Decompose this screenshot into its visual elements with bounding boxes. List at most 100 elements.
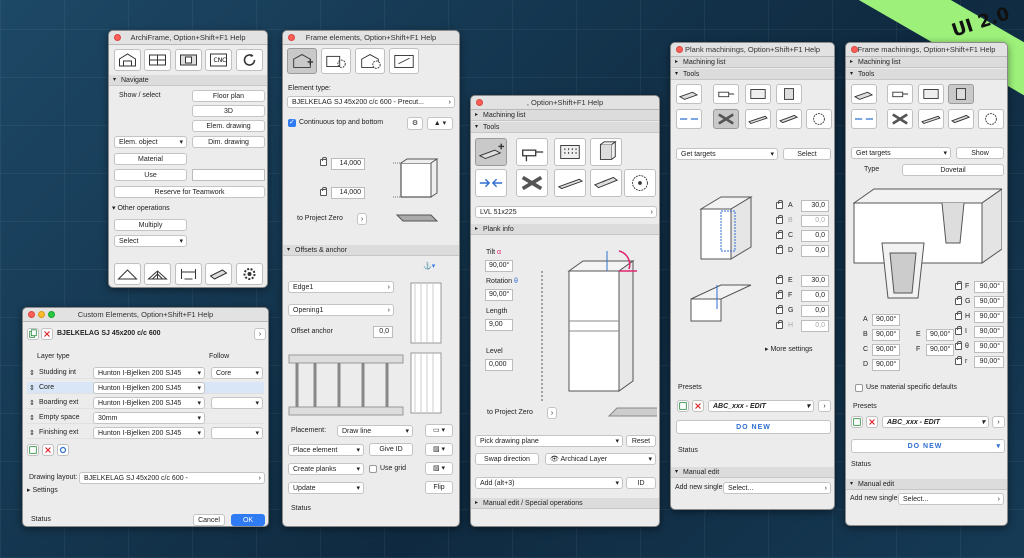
- lock-icon[interactable]: [776, 200, 783, 209]
- plank-profile-select[interactable]: LVL 51x225: [475, 206, 657, 218]
- dim-drawing-button[interactable]: Dim. drawing: [192, 136, 265, 148]
- opening-select[interactable]: Opening1: [288, 304, 394, 316]
- split-tool-icon[interactable]: [676, 109, 702, 129]
- block-tool-icon[interactable]: [948, 84, 974, 104]
- add-layer-icon[interactable]: [27, 444, 39, 456]
- maximize-icon[interactable]: [48, 311, 55, 318]
- more-settings-toggle[interactable]: ▸ More settings: [765, 345, 813, 353]
- truss-tool-icon[interactable]: [144, 263, 171, 285]
- frame-add-tool-icon[interactable]: [287, 48, 317, 74]
- use-input[interactable]: [192, 169, 265, 181]
- split-tool-icon[interactable]: [475, 169, 507, 197]
- cancel-button[interactable]: Cancel: [193, 514, 225, 526]
- drawing-layout-select[interactable]: BJELKELAG SJ 45x200 c/c 600 -: [79, 472, 265, 484]
- param-input[interactable]: 0,0: [801, 290, 829, 302]
- lock-icon[interactable]: [955, 296, 962, 305]
- reorder-handle-icon[interactable]: ⇕: [29, 414, 35, 422]
- manual-edit-section[interactable]: Manual edit: [846, 479, 1007, 490]
- param-input[interactable]: 0,0: [801, 320, 829, 332]
- angle-input[interactable]: 90,00°: [974, 311, 1004, 323]
- id-button[interactable]: ID: [626, 477, 656, 489]
- close-icon[interactable]: [114, 34, 121, 41]
- param-input[interactable]: 30,0: [801, 200, 829, 212]
- element-type-select[interactable]: BJELKELAG SJ 45x200 c/c 600 - Precut...: [287, 96, 455, 108]
- reserve-teamwork-button[interactable]: Reserve for Teamwork: [114, 186, 265, 198]
- roof-tool-icon[interactable]: [114, 263, 141, 285]
- layer-material-select[interactable]: Hunton I-Bjelken 200 SJ45: [93, 427, 205, 439]
- param-input[interactable]: 0,0: [801, 230, 829, 242]
- preset-menu-button[interactable]: ›: [818, 400, 831, 412]
- get-targets-select[interactable]: Get targets: [676, 148, 778, 160]
- lock-icon[interactable]: [776, 230, 783, 239]
- add-new-single-select[interactable]: Select...: [898, 493, 1004, 505]
- roof-shape-dropdown[interactable]: ▲ ▾: [427, 117, 453, 130]
- layer-follow-select[interactable]: [211, 427, 263, 439]
- lock-icon[interactable]: [776, 245, 783, 254]
- layer-follow-select[interactable]: Core: [211, 367, 263, 379]
- panel-tool-icon[interactable]: [175, 49, 202, 71]
- param-input[interactable]: 30,0: [801, 275, 829, 287]
- cross-joint-tool-icon[interactable]: [887, 109, 913, 129]
- drill-tool-icon[interactable]: [887, 84, 913, 104]
- lap-joint-tool-icon[interactable]: [554, 169, 586, 197]
- tools-section[interactable]: Tools: [671, 69, 834, 80]
- tilt-input[interactable]: 90,00°: [485, 260, 513, 272]
- reset-button[interactable]: Reset: [626, 435, 656, 447]
- saw-tool-icon[interactable]: [806, 109, 832, 129]
- lock-icon[interactable]: [776, 275, 783, 284]
- angle-input[interactable]: 90,00°: [974, 281, 1004, 293]
- house-settings-tool-icon[interactable]: [355, 48, 385, 74]
- select-button[interactable]: Select: [783, 148, 831, 160]
- select-dropdown[interactable]: Select: [114, 235, 187, 247]
- notch-tool-icon[interactable]: [776, 109, 802, 129]
- delete-preset-icon[interactable]: [866, 416, 878, 428]
- lock-icon[interactable]: [320, 187, 327, 196]
- remove-layer-icon[interactable]: [42, 444, 54, 456]
- block-tool-icon[interactable]: [776, 84, 802, 104]
- machining-list-section[interactable]: Machining list: [846, 57, 1007, 68]
- cnc-tool-icon[interactable]: CNC: [205, 49, 232, 71]
- angle-input[interactable]: 90,00°: [926, 344, 954, 356]
- close-icon[interactable]: [28, 311, 35, 318]
- elem-drawing-button[interactable]: Elem. drawing: [192, 120, 265, 132]
- preset-menu-button[interactable]: ›: [992, 416, 1005, 428]
- hatch-dropdown-2[interactable]: ▨ ▾: [425, 462, 453, 475]
- elem-object-dropdown[interactable]: Elem. object: [114, 136, 187, 148]
- tools-section[interactable]: Tools: [846, 69, 1007, 80]
- lock-icon[interactable]: [320, 157, 327, 166]
- get-targets-select[interactable]: Get targets: [851, 147, 951, 159]
- save-preset-icon[interactable]: [677, 400, 689, 412]
- layer-material-select[interactable]: Hunton I-Bjelken 200 SJ45: [93, 397, 205, 409]
- update-select[interactable]: Update: [288, 482, 364, 494]
- cross-joint-tool-icon[interactable]: [516, 169, 548, 197]
- drill-tool-icon[interactable]: [713, 84, 739, 104]
- navigate-section[interactable]: Navigate: [109, 75, 267, 86]
- copy-icon[interactable]: [27, 328, 39, 340]
- level-input[interactable]: 0,000: [485, 359, 513, 371]
- reorder-handle-icon[interactable]: ⇕: [29, 384, 35, 392]
- frame-edit-tool-icon[interactable]: [389, 48, 419, 74]
- angle-input[interactable]: 90,00°: [872, 314, 900, 326]
- saw-tool-icon[interactable]: [978, 109, 1004, 129]
- close-icon[interactable]: [676, 46, 683, 53]
- notch-tool-icon[interactable]: [948, 109, 974, 129]
- show-button[interactable]: Show: [956, 147, 1004, 159]
- ok-button[interactable]: OK: [231, 514, 265, 526]
- close-icon[interactable]: [476, 99, 483, 106]
- plank-info-section[interactable]: Plank info: [471, 224, 659, 235]
- pick-plane-select[interactable]: Pick drawing plane: [475, 435, 623, 447]
- joist-tool-icon[interactable]: [175, 263, 202, 285]
- lap-joint-tool-icon[interactable]: [745, 109, 771, 129]
- drill-tool-icon[interactable]: [516, 138, 548, 166]
- angle-input[interactable]: 90,00°: [872, 359, 900, 371]
- hatch-dropdown-1[interactable]: ▨ ▾: [425, 443, 453, 456]
- 3d-button[interactable]: 3D: [192, 105, 265, 117]
- offsets-anchor-section[interactable]: Offsets & anchor: [283, 245, 459, 256]
- add-plank-tool-icon[interactable]: [676, 84, 702, 104]
- offset-anchor-input[interactable]: 0,0: [373, 326, 393, 338]
- add-plank-tool-icon[interactable]: [851, 84, 877, 104]
- add-select[interactable]: Add (alt+3): [475, 477, 623, 489]
- swap-direction-button[interactable]: Swap direction: [475, 453, 539, 465]
- element-menu-button[interactable]: ›: [254, 328, 266, 340]
- type-value[interactable]: Dovetail: [902, 164, 1004, 176]
